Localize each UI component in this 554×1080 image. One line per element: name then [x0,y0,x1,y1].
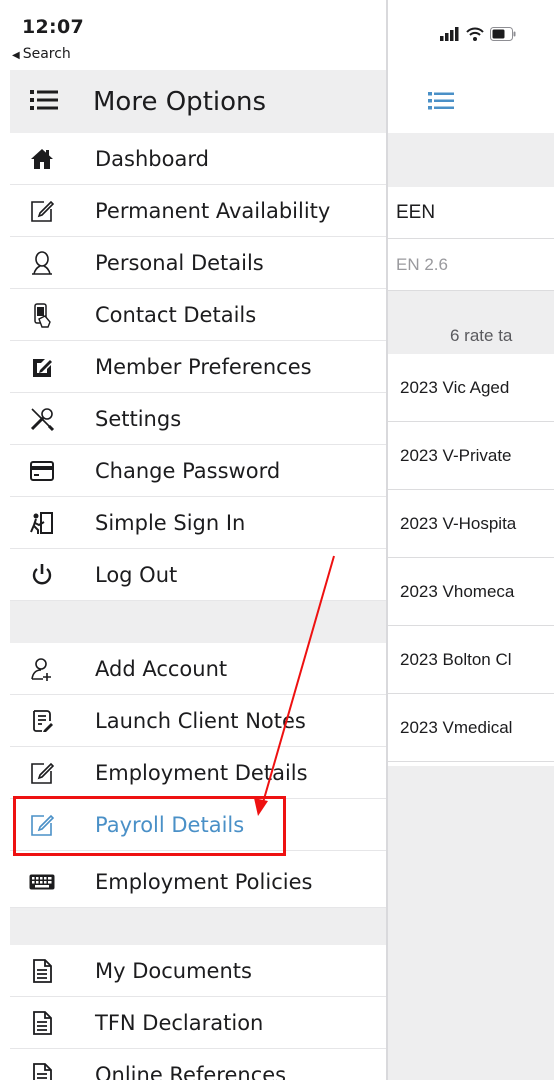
menu-item-log-out[interactable]: Log Out [10,549,388,601]
keyboard-icon [28,868,56,896]
menu-section-spacer [10,908,388,945]
panel-section-header [388,133,554,187]
menu-item-label: Simple Sign In [95,510,246,535]
main-content-panel: EEN EN 2.6 6 rate ta 2023 Vic Aged 2023 … [388,0,554,1080]
panel-section-spacer [388,291,554,318]
status-bar-icons [440,26,516,45]
menu-item-label: Payroll Details [95,812,245,837]
menu-section-spacer [10,601,388,643]
back-search-label: Search [22,46,71,62]
menu-item-launch-client-notes[interactable]: Launch Client Notes [10,695,388,747]
rate-count-label: 6 rate ta [388,318,554,354]
add-user-icon [28,655,56,683]
menu-item-add-account[interactable]: Add Account [10,643,388,695]
edit-icon [28,197,56,225]
rate-row[interactable]: 2023 V-Hospita [388,490,554,558]
rate-row[interactable]: 2023 V-Private [388,422,554,490]
back-triangle-icon: ◀ [12,50,20,61]
signal-icon [440,26,460,45]
user-icon [28,249,56,277]
menu-item-my-documents[interactable]: My Documents [10,945,388,997]
battery-icon [490,26,516,45]
menu-item-label: Contact Details [95,302,257,327]
menu-item-tfn-declaration[interactable]: TFN Declaration [10,997,388,1049]
menu-item-online-references[interactable]: Online References [10,1049,388,1080]
sign-in-icon [28,509,56,537]
menu-item-label: TFN Declaration [95,1010,264,1035]
contact-phone-icon [28,301,56,329]
tools-icon [28,405,56,433]
panel-empty-area [388,766,554,1080]
menu-item-permanent-availability[interactable]: Permanent Availability [10,185,388,237]
list-menu-icon[interactable] [428,91,454,115]
menu-item-personal-details[interactable]: Personal Details [10,237,388,289]
status-bar-left: 12:07 [22,16,84,38]
back-to-search-link[interactable]: ◀ Search [12,46,71,62]
menu-item-dashboard[interactable]: Dashboard [10,133,388,185]
home-icon [28,145,56,173]
menu-item-change-password[interactable]: Change Password [10,445,388,497]
menu-item-label: Employment Details [95,760,308,785]
menu-item-label: Dashboard [95,146,209,171]
rate-row[interactable]: 2023 Vhomeca [388,558,554,626]
menu-item-label: Log Out [95,562,178,587]
menu-item-label: Launch Client Notes [95,708,306,733]
edit-icon [28,759,56,787]
menu-item-label: Permanent Availability [95,198,331,223]
menu-item-label: Personal Details [95,250,264,275]
en-row: EN 2.6 [388,239,554,291]
menu-item-label: My Documents [95,958,252,983]
menu-item-label: Change Password [95,458,281,483]
power-icon [28,561,56,589]
menu-item-label: Online References [95,1062,287,1080]
rate-row[interactable]: 2023 Bolton Cl [388,626,554,694]
menu-item-employment-policies[interactable]: Employment Policies [10,856,388,908]
edit-icon [28,811,56,839]
menu-title: More Options [93,86,267,117]
wifi-icon [466,26,484,45]
list-menu-icon[interactable] [30,89,58,115]
rate-row[interactable]: 2023 Vic Aged [388,354,554,422]
document-icon [28,957,56,985]
credit-card-icon [28,457,56,485]
side-menu-drawer: 12:07 ◀ Search More Options Dashboard Per… [0,0,388,1080]
document-icon [28,1009,56,1037]
menu-item-member-preferences[interactable]: Member Preferences [10,341,388,393]
menu-item-simple-sign-in[interactable]: Simple Sign In [10,497,388,549]
menu-item-settings[interactable]: Settings [10,393,388,445]
menu-item-employment-details[interactable]: Employment Details [10,747,388,799]
menu-item-payroll-details[interactable]: Payroll Details [10,799,388,851]
rate-row[interactable]: 2023 Vmedical [388,694,554,762]
menu-item-label: Employment Policies [95,869,313,894]
panel-nav-bar [388,70,554,134]
een-row[interactable]: EEN [388,187,554,239]
menu-item-label: Settings [95,406,182,431]
status-time: 12:07 [22,16,84,38]
notes-icon [28,707,56,735]
menu-item-contact-details[interactable]: Contact Details [10,289,388,341]
menu-header: More Options [10,70,388,133]
document-icon [28,1061,56,1080]
menu-item-label: Member Preferences [95,354,312,379]
edit-filled-icon [28,353,56,381]
menu-item-label: Add Account [95,656,228,681]
